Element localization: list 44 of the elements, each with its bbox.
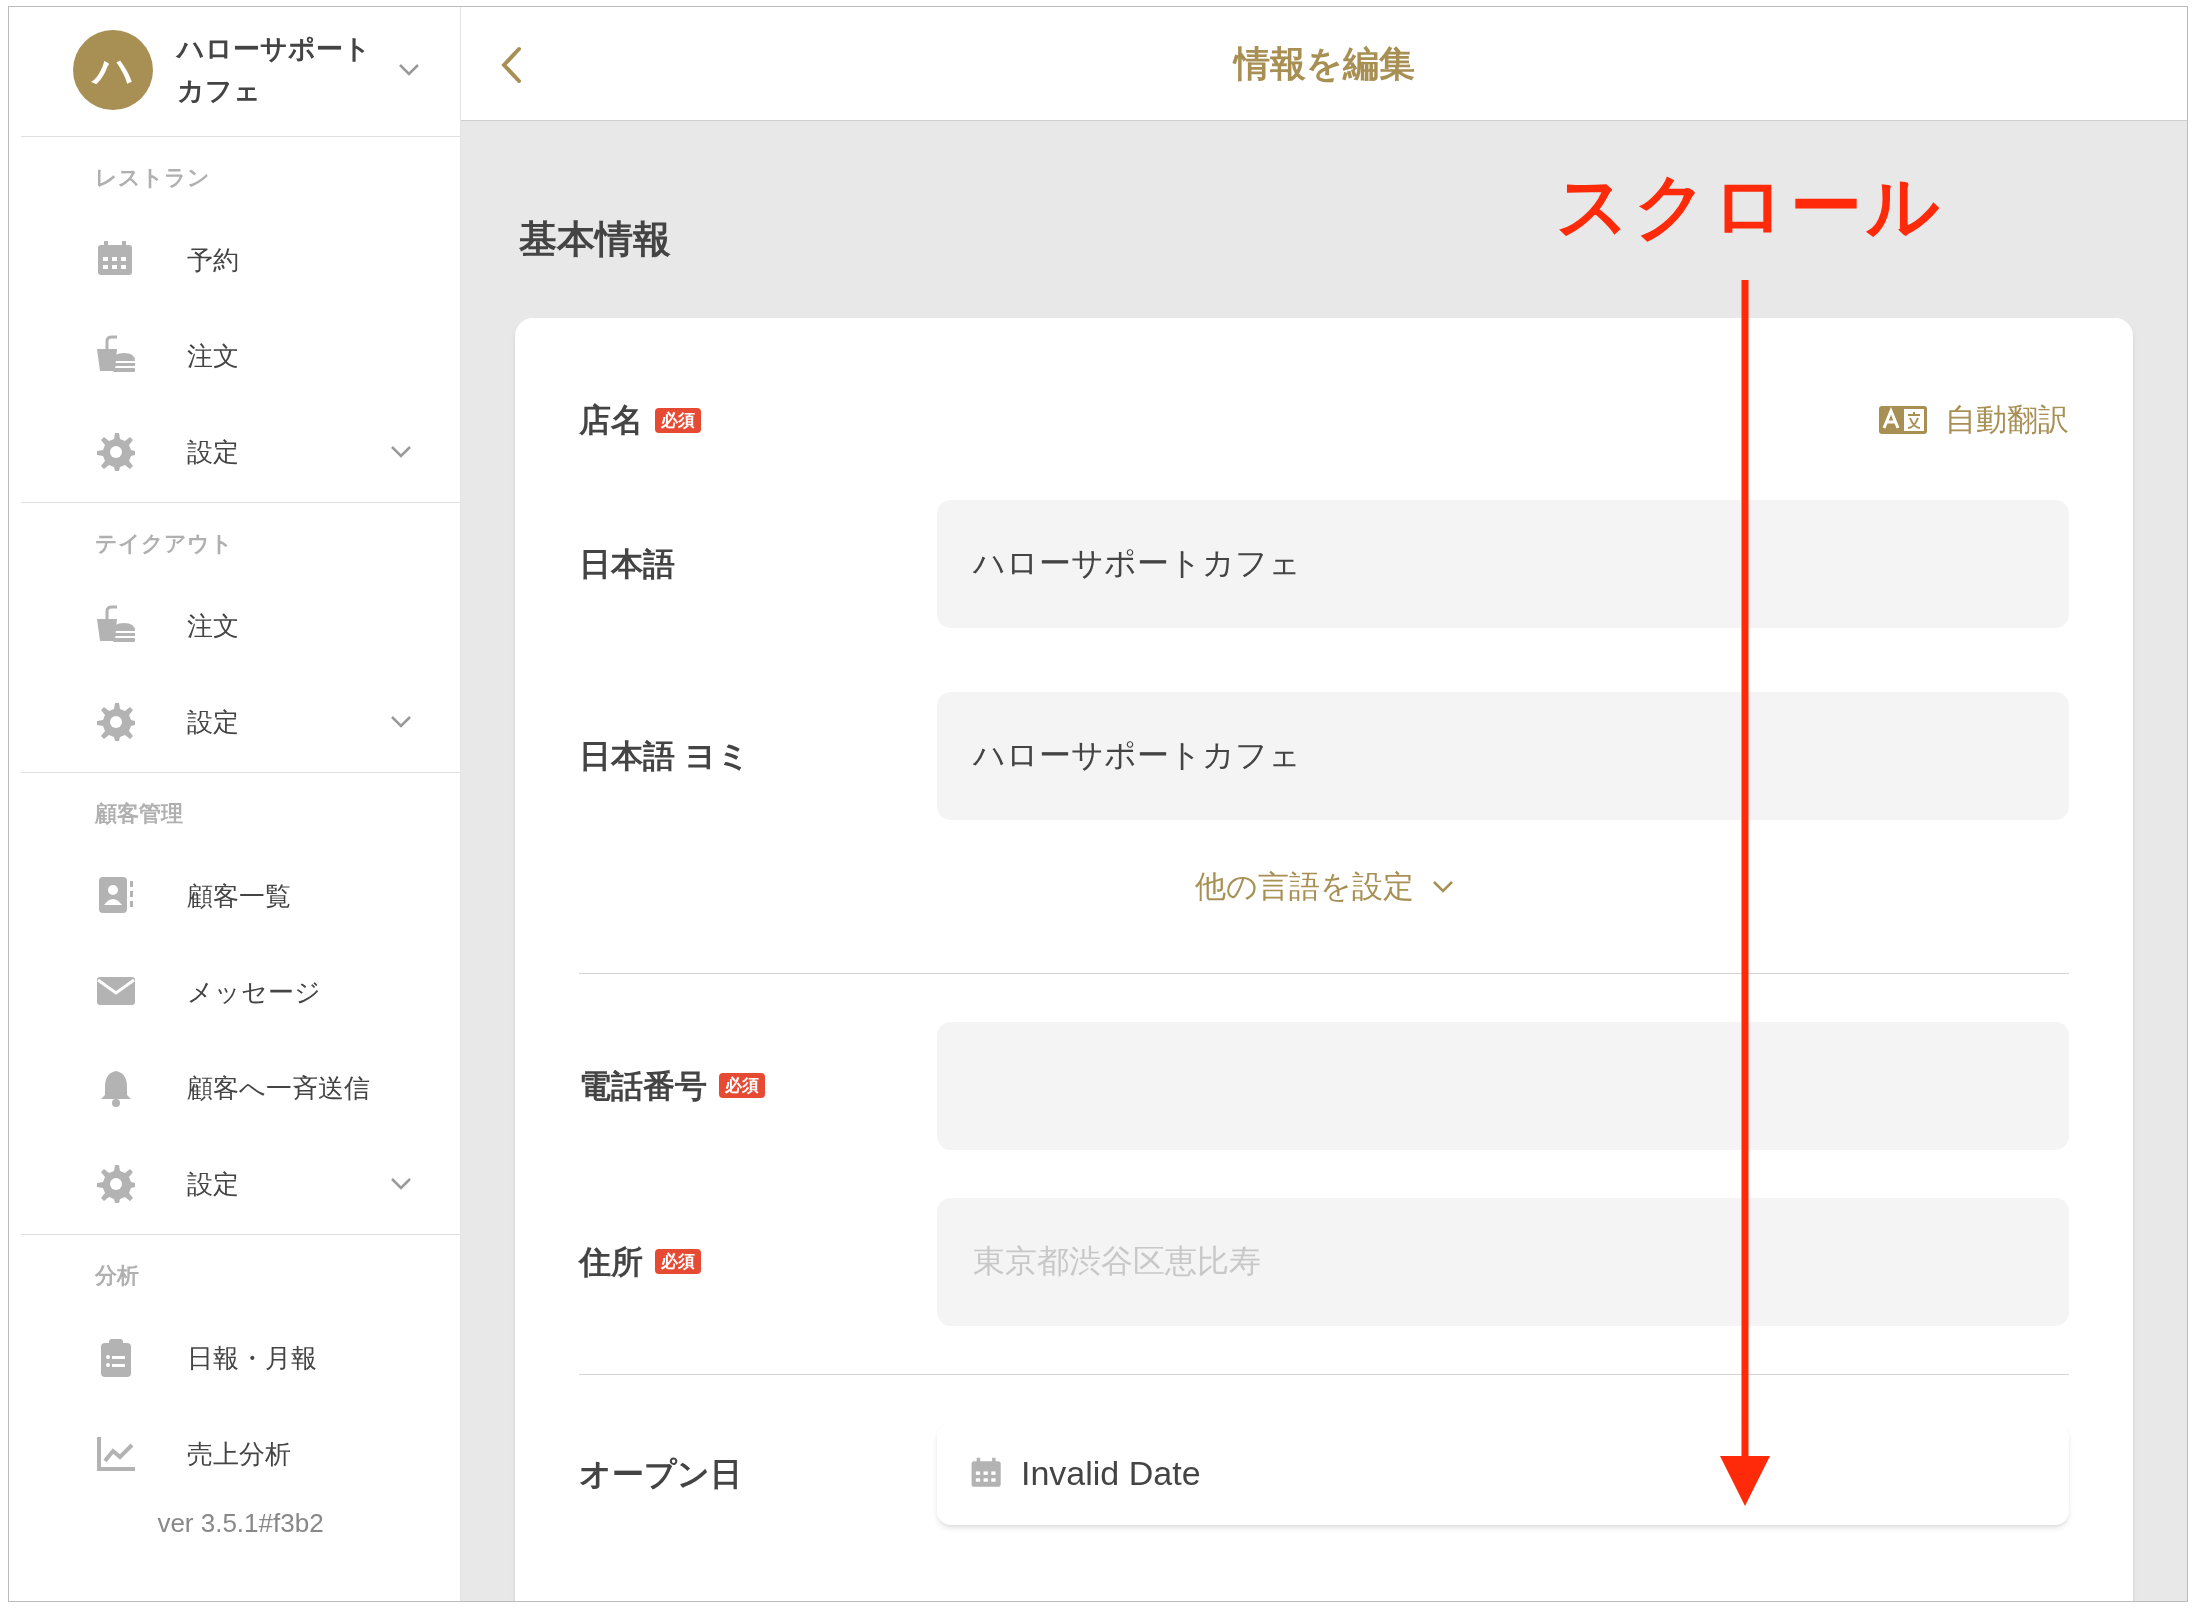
field-label: オープン日 xyxy=(579,1454,743,1494)
nav-item[interactable]: 注文 xyxy=(21,578,460,674)
field-label: 日本語 ヨミ xyxy=(579,737,751,776)
text-field[interactable]: ハローサポートカフェ xyxy=(937,500,2069,628)
required-badge: 必須 xyxy=(719,1073,765,1098)
page-title: 情報を編集 xyxy=(1233,41,1415,86)
field-label: 電話番号 xyxy=(579,1066,707,1106)
field-label: 店名 xyxy=(579,401,643,440)
section-label: 顧客管理 xyxy=(93,800,184,828)
section-title: 基本情報 xyxy=(519,217,671,262)
store-name[interactable]: ハローサポートカフェ xyxy=(177,27,398,112)
required-badge: 必須 xyxy=(655,1249,701,1274)
text-field[interactable] xyxy=(937,1021,2069,1150)
section-label: 分析 xyxy=(94,1262,140,1290)
gear-icon xyxy=(95,1163,137,1205)
chevron-down-icon xyxy=(390,715,412,729)
field-label: 日本語 xyxy=(579,545,676,584)
nav-item[interactable]: メッセージ xyxy=(21,944,460,1040)
section-label: レストラン xyxy=(94,164,211,192)
section-label: テイクアウト xyxy=(94,530,234,558)
annotation-label: スクロール xyxy=(1556,170,1944,242)
nav-item[interactable]: 設定 xyxy=(21,1136,460,1232)
store-menu-chevron-icon xyxy=(398,62,420,77)
text-field[interactable]: ハローサポートカフェ xyxy=(937,692,2069,820)
nav-item[interactable]: 設定 xyxy=(21,674,460,770)
chevron-down-icon xyxy=(390,445,412,459)
nav-item[interactable]: 日報・月報 xyxy=(21,1310,460,1406)
nav-item[interactable]: 顧客へ一斉送信 xyxy=(21,1040,460,1136)
store-avatar: ハ xyxy=(73,29,153,110)
nav-item[interactable]: 売上分析 xyxy=(21,1406,460,1502)
version-text: ver 3.5.1#f3b2 xyxy=(156,1507,325,1540)
gear-icon xyxy=(95,431,137,473)
nav-item[interactable]: 注文 xyxy=(21,308,460,404)
nav-item[interactable]: 顧客一覧 xyxy=(21,848,460,944)
field-label: 住所 xyxy=(579,1242,643,1282)
nav-item[interactable]: 予約 xyxy=(21,212,460,308)
chevron-down-icon xyxy=(390,1177,412,1191)
gear-icon xyxy=(95,701,137,743)
required-badge: 必須 xyxy=(655,407,701,433)
chevron-down-icon xyxy=(1431,880,1454,895)
date-field[interactable]: Invalid Date xyxy=(937,1422,2069,1525)
nav-item[interactable]: 設定 xyxy=(21,404,460,500)
back-chevron-icon xyxy=(500,46,522,84)
translate-icon xyxy=(1879,406,1927,434)
